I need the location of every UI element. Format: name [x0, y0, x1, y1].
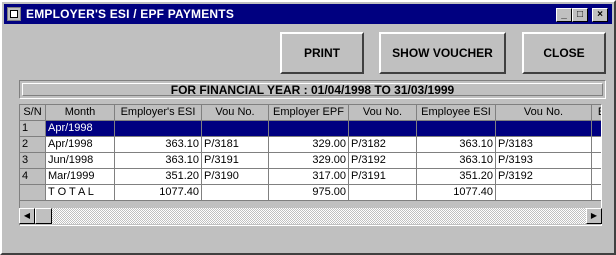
col-header-month[interactable]: Month: [46, 105, 115, 121]
vou-no-cell[interactable]: P/3190: [202, 169, 269, 185]
row-number[interactable]: 4: [20, 169, 46, 185]
vou-no-cell[interactable]: [496, 121, 592, 137]
col-header-vou-no-1[interactable]: Vou No.: [202, 105, 269, 121]
financial-year-panel: FOR FINANCIAL YEAR : 01/04/1998 TO 31/03…: [19, 80, 606, 99]
col-header-employer-epf[interactable]: Employer EPF: [269, 105, 349, 121]
row-number[interactable]: 3: [20, 153, 46, 169]
vou-no-cell[interactable]: P/3191: [349, 169, 417, 185]
col-header-vou-no-3[interactable]: Vou No.: [496, 105, 592, 121]
vou-no-cell[interactable]: P/3192: [496, 169, 592, 185]
total-employer-esi: 1077.40: [115, 185, 202, 201]
vou-no-cell[interactable]: P/3192: [349, 153, 417, 169]
app-window: EMPLOYER'S ESI / EPF PAYMENTS _ □ × PRIN…: [0, 0, 616, 255]
vou-no-cell[interactable]: P/3191: [202, 153, 269, 169]
month-cell[interactable]: Apr/1998: [46, 121, 115, 137]
close-window-button[interactable]: ×: [592, 8, 608, 22]
employer-esi-cell[interactable]: 363.10: [115, 137, 202, 153]
employer-esi-cell[interactable]: [115, 121, 202, 137]
extra-cell[interactable]: [592, 137, 601, 153]
row-number[interactable]: 2: [20, 137, 46, 153]
employer-epf-cell[interactable]: 317.00: [269, 169, 349, 185]
employer-epf-cell[interactable]: 329.00: [269, 153, 349, 169]
minimize-button[interactable]: _: [556, 8, 572, 22]
extra-cell[interactable]: [592, 169, 601, 185]
col-header-vou-no-2[interactable]: Vou No.: [349, 105, 417, 121]
show-voucher-button[interactable]: SHOW VOUCHER: [379, 32, 506, 74]
scroll-thumb[interactable]: [35, 208, 52, 224]
scroll-track[interactable]: [35, 208, 586, 224]
scroll-left-arrow-icon[interactable]: ◀: [19, 208, 35, 224]
close-button[interactable]: CLOSE: [522, 32, 606, 74]
total-label: T O T A L: [46, 185, 115, 201]
vou-no-cell[interactable]: P/3182: [349, 137, 417, 153]
row-number[interactable]: 1: [20, 121, 46, 137]
vou-no-cell[interactable]: P/3181: [202, 137, 269, 153]
employee-esi-cell[interactable]: 351.20: [417, 169, 496, 185]
month-cell[interactable]: Mar/1999: [46, 169, 115, 185]
employer-esi-cell[interactable]: 363.10: [115, 153, 202, 169]
extra-cell[interactable]: [592, 153, 601, 169]
print-button[interactable]: PRINT: [280, 32, 364, 74]
col-header-sn[interactable]: S/N: [20, 105, 46, 121]
vou-no-cell[interactable]: P/3193: [496, 153, 592, 169]
total-vou-no: [202, 185, 269, 201]
total-employee-esi: 1077.40: [417, 185, 496, 201]
maximize-button[interactable]: □: [572, 8, 588, 22]
month-cell[interactable]: Jun/1998: [46, 153, 115, 169]
total-extra: [592, 185, 601, 201]
scroll-right-arrow-icon[interactable]: ▶: [586, 208, 602, 224]
month-cell[interactable]: Apr/1998: [46, 137, 115, 153]
vou-no-cell[interactable]: P/3183: [496, 137, 592, 153]
total-vou-no: [349, 185, 417, 201]
employee-esi-cell[interactable]: 363.10: [417, 153, 496, 169]
col-header-employee-esi[interactable]: Employee ESI: [417, 105, 496, 121]
total-employer-epf: 975.00: [269, 185, 349, 201]
col-header-e[interactable]: E: [592, 105, 601, 121]
vou-no-cell[interactable]: [202, 121, 269, 137]
vou-no-cell[interactable]: [349, 121, 417, 137]
extra-cell[interactable]: [592, 121, 601, 137]
col-header-employer-esi[interactable]: Employer's ESI: [115, 105, 202, 121]
employee-esi-cell[interactable]: [417, 121, 496, 137]
total-row-header: [20, 185, 46, 201]
app-icon[interactable]: [7, 7, 21, 21]
employee-esi-cell[interactable]: 363.10: [417, 137, 496, 153]
employer-esi-cell[interactable]: 351.20: [115, 169, 202, 185]
total-vou-no: [496, 185, 592, 201]
employer-epf-cell[interactable]: 329.00: [269, 137, 349, 153]
horizontal-scrollbar[interactable]: ◀ ▶: [19, 208, 602, 224]
financial-year-label: FOR FINANCIAL YEAR : 01/04/1998 TO 31/03…: [22, 83, 603, 96]
employer-epf-cell[interactable]: [269, 121, 349, 137]
window-title: EMPLOYER'S ESI / EPF PAYMENTS: [26, 7, 235, 21]
title-bar[interactable]: EMPLOYER'S ESI / EPF PAYMENTS _ □ ×: [4, 4, 612, 24]
